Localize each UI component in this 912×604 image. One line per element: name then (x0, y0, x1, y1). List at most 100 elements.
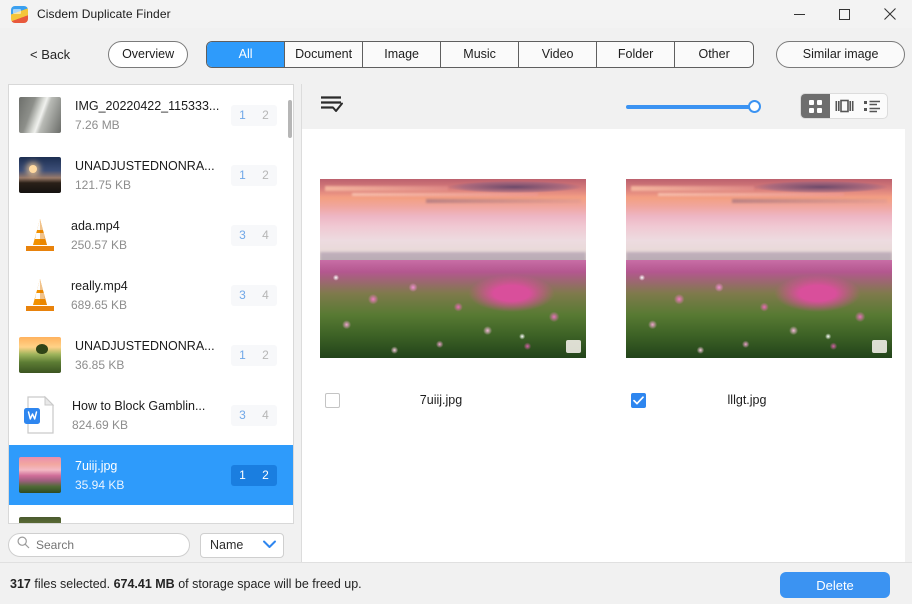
cloud (631, 186, 754, 192)
tab-all[interactable]: All (207, 41, 286, 67)
list-item-badges: 3 4 (231, 404, 277, 426)
window-controls (777, 0, 912, 28)
title-bar: Cisdem Duplicate Finder (0, 0, 912, 28)
list-item-text: How to Block Gamblin... 824.69 KB (72, 398, 231, 433)
grid-icon[interactable] (801, 94, 830, 118)
list-item-badges: 3 4 (231, 224, 277, 246)
list-item-partial[interactable] (9, 505, 293, 523)
search-box[interactable] (8, 533, 190, 557)
card-footer: lllgt.jpg (626, 390, 892, 410)
duplicate-file-list[interactable]: IMG_20220422_115333... 7.26 MB 1 2 UNADJ… (8, 84, 294, 524)
photo-sky (320, 179, 586, 260)
badge-count: 1 (231, 164, 254, 186)
badge-total: 2 (254, 464, 277, 486)
selected-count-suffix: files selected. (34, 576, 111, 591)
list-item[interactable]: IMG_20220422_115333... 7.26 MB 1 2 (9, 85, 293, 145)
list-item-size: 121.75 KB (75, 177, 132, 192)
photo-thumbnail-partial (19, 517, 61, 523)
list-item-size: 824.69 KB (72, 417, 129, 432)
similar-image-button[interactable]: Similar image (776, 40, 906, 68)
list-item-name: IMG_20220422_115333... (75, 98, 220, 113)
list-item-text: UNADJUSTEDNONRA... 121.75 KB (75, 158, 231, 193)
tab-folder[interactable]: Folder (597, 41, 676, 67)
duplicate-card: lllgt.jpg (626, 179, 892, 410)
selected-count: 317 (10, 576, 31, 591)
duplicate-card: 7uiij.jpg (320, 179, 586, 410)
list-item-text: IMG_20220422_115333... 7.26 MB (75, 98, 231, 133)
badge-total: 2 (254, 344, 277, 366)
search-input[interactable] (36, 538, 171, 552)
list-item-size: 35.94 KB (75, 477, 125, 492)
minimize-icon[interactable] (777, 0, 822, 28)
list-item-badges: 1 2 (231, 464, 277, 486)
tab-image[interactable]: Image (363, 41, 442, 67)
list-item-selected[interactable]: 7uiij.jpg 35.94 KB 1 2 (9, 445, 293, 505)
list-item-name: really.mp4 (71, 278, 128, 293)
list-item-text: ada.mp4 250.57 KB (71, 218, 231, 253)
list-item-badges: 1 2 (231, 104, 277, 126)
cloud (325, 186, 448, 192)
card-checkbox[interactable] (325, 392, 340, 408)
delete-button[interactable]: Delete (780, 572, 890, 598)
select-all-list-icon[interactable] (320, 95, 344, 118)
tab-video[interactable]: Video (519, 41, 598, 67)
sidebar-scrollbar-thumb[interactable] (288, 100, 292, 138)
list-item[interactable]: UNADJUSTEDNONRA... 36.85 KB 1 2 (9, 325, 293, 385)
list-item[interactable]: How to Block Gamblin... 824.69 KB 3 4 (9, 385, 293, 445)
tab-music[interactable]: Music (441, 41, 520, 67)
sort-value: Name (210, 538, 244, 552)
list-icon[interactable] (858, 94, 887, 118)
slider-knob[interactable] (748, 100, 761, 113)
list-item[interactable]: really.mp4 689.65 KB 3 4 (9, 265, 293, 325)
file-list-scroll: IMG_20220422_115333... 7.26 MB 1 2 UNADJ… (9, 85, 293, 523)
list-item-name: How to Block Gamblin... (72, 398, 206, 413)
cloud (753, 180, 887, 194)
photo-flower-field (320, 259, 586, 358)
category-tabs: All Document Image Music Video Folder Ot… (206, 40, 755, 68)
photo-thumbnail-flower (19, 457, 61, 493)
badge-count: 3 (231, 284, 254, 306)
overview-button[interactable]: Overview (108, 40, 189, 68)
badge-total: 4 (254, 224, 277, 246)
thumbnail-size-slider[interactable] (626, 100, 761, 113)
tab-document[interactable]: Document (285, 41, 364, 67)
close-icon[interactable] (867, 0, 912, 28)
list-item-name: UNADJUSTEDNONRA... (75, 158, 215, 173)
photo-corner-badge-icon (566, 340, 581, 353)
badge-count: 1 (231, 464, 254, 486)
vlc-media-icon (23, 277, 57, 313)
cloud (426, 199, 581, 204)
vlc-media-icon (23, 217, 57, 253)
maximize-icon[interactable] (822, 0, 867, 28)
badge-count: 3 (231, 224, 254, 246)
badge-count: 1 (231, 344, 254, 366)
photo-thumbnail-road (19, 97, 61, 133)
window-title: Cisdem Duplicate Finder (37, 7, 171, 21)
list-item-name: 7uiij.jpg (75, 458, 118, 473)
badge-total: 4 (254, 404, 277, 426)
list-item-size: 689.65 KB (71, 297, 128, 312)
list-item-name: ada.mp4 (71, 218, 120, 233)
filmstrip-icon[interactable] (830, 94, 859, 118)
list-item[interactable]: ada.mp4 250.57 KB 3 4 (9, 205, 293, 265)
card-checkbox[interactable] (631, 392, 646, 408)
list-item-badges: 1 2 (231, 344, 277, 366)
photo-corner-badge-icon (872, 340, 887, 353)
list-item-text: really.mp4 689.65 KB (71, 278, 231, 313)
photo-preview[interactable] (320, 179, 586, 358)
list-item-size: 250.57 KB (71, 237, 128, 252)
cloud (732, 199, 887, 204)
application-window: Cisdem Duplicate Finder < Back Overview … (0, 0, 912, 604)
list-item-text: 7uiij.jpg 35.94 KB (75, 458, 231, 493)
tab-other[interactable]: Other (675, 41, 754, 67)
back-button[interactable]: < Back (24, 43, 76, 66)
photo-thumbnail-night (19, 157, 61, 193)
photo-preview[interactable] (626, 179, 892, 358)
list-item-badges: 3 4 (231, 284, 277, 306)
sort-dropdown[interactable]: Name (200, 532, 284, 558)
badge-total: 2 (254, 164, 277, 186)
chevron-down-icon (262, 536, 277, 554)
list-item[interactable]: UNADJUSTEDNONRA... 121.75 KB 1 2 (9, 145, 293, 205)
freed-size-suffix: of storage space will be freed up. (178, 576, 362, 591)
badge-count: 3 (231, 404, 254, 426)
